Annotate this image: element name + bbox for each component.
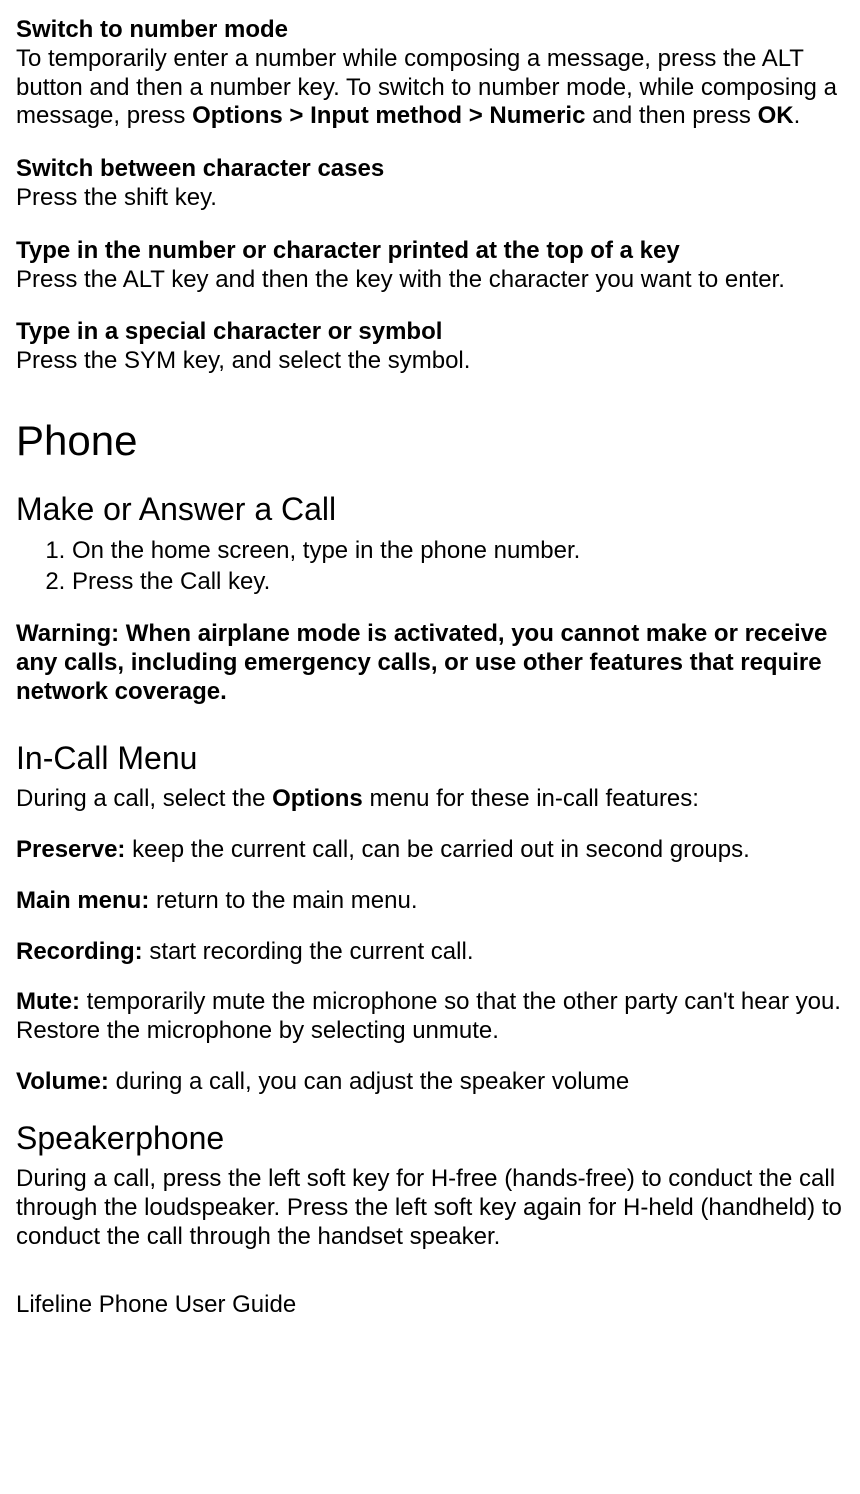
phone-title: Phone xyxy=(16,416,844,466)
text-part: During a call, select the xyxy=(16,785,272,812)
feature-main-menu: Main menu: return to the main menu. xyxy=(16,887,844,916)
speakerphone-heading: Speakerphone xyxy=(16,1119,844,1157)
section-switch-number-mode: Switch to number mode To temporarily ent… xyxy=(16,16,844,131)
feature-text: temporarily mute the microphone so that … xyxy=(16,988,841,1044)
feature-preserve: Preserve: keep the current call, can be … xyxy=(16,836,844,865)
section-special-character: Type in a special character or symbol Pr… xyxy=(16,318,844,376)
feature-label: Preserve: xyxy=(16,836,125,863)
text-part: and then press xyxy=(585,102,757,129)
speakerphone-body: During a call, press the left soft key f… xyxy=(16,1165,844,1251)
incall-intro: During a call, select the Options menu f… xyxy=(16,785,844,814)
section-character-cases: Switch between character cases Press the… xyxy=(16,155,844,213)
feature-label: Mute: xyxy=(16,988,80,1015)
feature-mute: Mute: temporarily mute the microphone so… xyxy=(16,988,844,1046)
feature-text: during a call, you can adjust the speake… xyxy=(109,1068,629,1095)
feature-text: return to the main menu. xyxy=(149,887,417,914)
body-text: Press the SYM key, and select the symbol… xyxy=(16,347,844,376)
heading: Type in a special character or symbol xyxy=(16,318,844,347)
feature-volume: Volume: during a call, you can adjust th… xyxy=(16,1068,844,1097)
list-item: On the home screen, type in the phone nu… xyxy=(72,537,844,566)
feature-label: Volume: xyxy=(16,1068,109,1095)
make-answer-heading: Make or Answer a Call xyxy=(16,490,844,528)
feature-text: keep the current call, can be carried ou… xyxy=(125,836,749,863)
body-text: Press the ALT key and then the key with … xyxy=(16,266,844,295)
text-part: . xyxy=(794,102,801,129)
heading: Switch between character cases xyxy=(16,155,844,184)
feature-recording: Recording: start recording the current c… xyxy=(16,938,844,967)
feature-label: Main menu: xyxy=(16,887,149,914)
feature-label: Recording: xyxy=(16,938,143,965)
feature-text: start recording the current call. xyxy=(143,938,474,965)
footer-text: Lifeline Phone User Guide xyxy=(16,1291,844,1320)
text-part: menu for these in-call features: xyxy=(363,785,699,812)
heading: Type in the number or character printed … xyxy=(16,237,844,266)
text-bold: Options xyxy=(272,785,363,812)
list-item: Press the Call key. xyxy=(72,568,844,597)
incall-heading: In-Call Menu xyxy=(16,739,844,777)
make-answer-steps: On the home screen, type in the phone nu… xyxy=(16,537,844,597)
body-text: Press the shift key. xyxy=(16,184,844,213)
heading: Switch to number mode xyxy=(16,16,844,45)
section-top-of-key: Type in the number or character printed … xyxy=(16,237,844,295)
airplane-warning: Warning: When airplane mode is activated… xyxy=(16,620,844,706)
text-bold: OK xyxy=(758,102,794,129)
body-text: To temporarily enter a number while comp… xyxy=(16,45,844,131)
text-bold: Options > Input method > Numeric xyxy=(192,102,585,129)
